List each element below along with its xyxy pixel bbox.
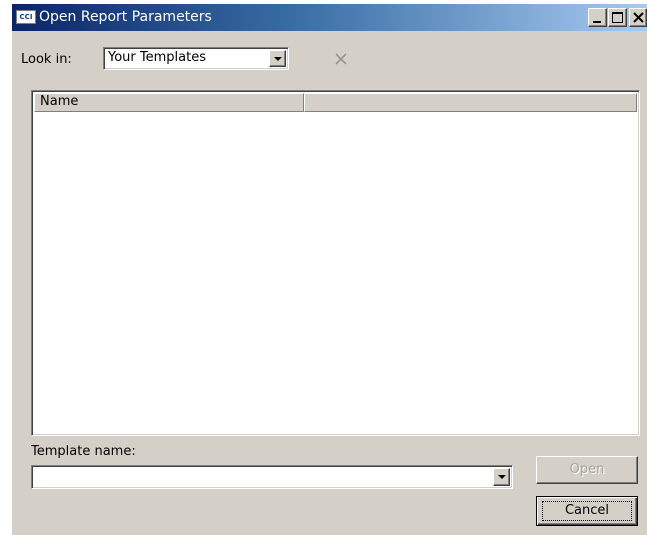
chevron-down-icon[interactable] — [493, 468, 510, 486]
open-button[interactable]: Open — [536, 456, 638, 484]
close-button[interactable] — [629, 8, 647, 27]
look-in-label: Look in: — [21, 52, 72, 67]
focus-rectangle — [542, 501, 632, 521]
look-in-dropdown[interactable]: Your Templates — [103, 47, 289, 70]
maximize-button[interactable] — [608, 8, 627, 27]
column-header-name[interactable]: Name — [34, 93, 304, 112]
chevron-down-icon[interactable] — [269, 50, 286, 67]
column-header-blank[interactable] — [304, 93, 637, 112]
delete-x-icon[interactable] — [334, 52, 348, 66]
title-bar[interactable]: CCI Open Report Parameters — [12, 4, 647, 31]
template-list[interactable]: Name — [31, 90, 640, 436]
app-icon[interactable]: CCI — [16, 10, 36, 24]
cancel-button[interactable]: Cancel — [536, 496, 638, 526]
template-name-combo[interactable] — [31, 465, 513, 489]
template-name-label: Template name: — [31, 444, 136, 459]
look-in-value: Your Templates — [108, 50, 206, 65]
open-report-parameters-dialog: CCI Open Report Parameters Look in: Your… — [12, 4, 647, 535]
window-title: Open Report Parameters — [39, 9, 212, 25]
close-icon — [633, 12, 644, 23]
minimize-button[interactable] — [588, 8, 607, 27]
